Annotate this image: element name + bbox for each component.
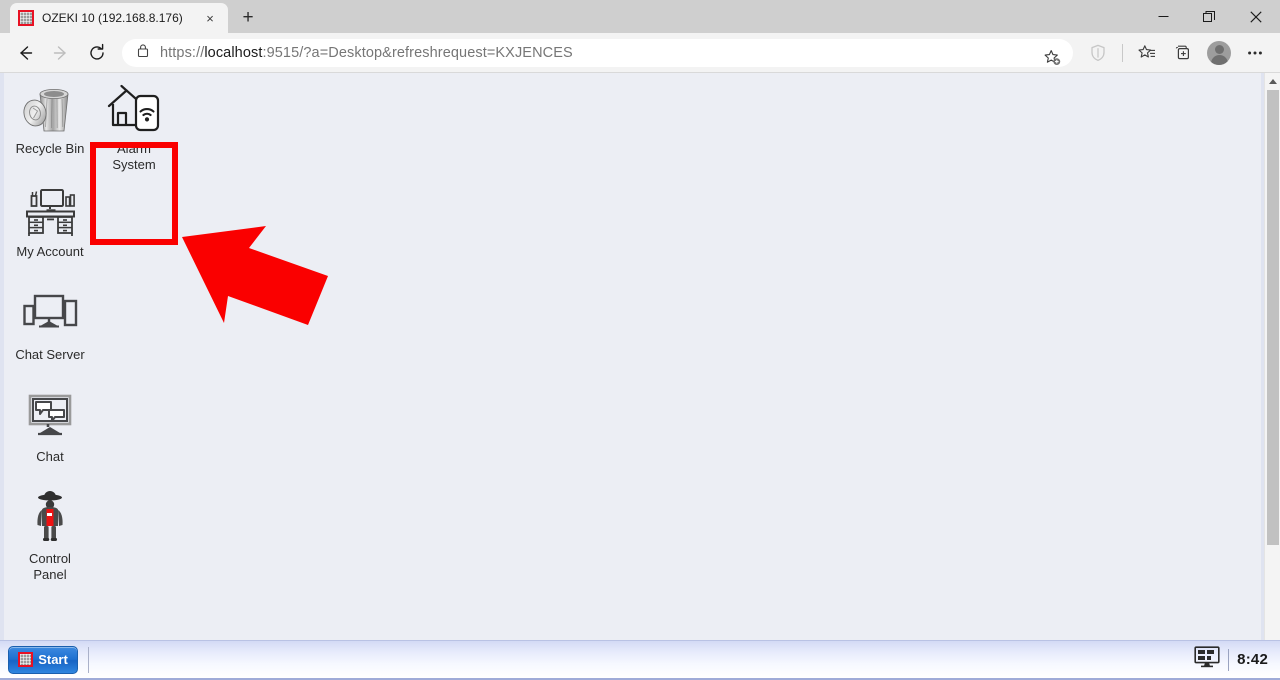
ozeki-grid-favicon-icon: [18, 10, 34, 26]
forward-button[interactable]: [44, 36, 78, 70]
display-monitor-tray-icon[interactable]: [1194, 646, 1220, 673]
minimize-button[interactable]: [1140, 0, 1186, 33]
collections-icon[interactable]: [1166, 36, 1200, 70]
favorites-star-icon[interactable]: [1130, 36, 1164, 70]
ozeki-desktop: Recycle Bin Alarm System My Account Chat…: [4, 73, 1260, 680]
desktop-icon-label: My Account: [16, 244, 84, 259]
desktop-taskbar: Start 8:42: [0, 640, 1280, 680]
alarm-system-icon: [105, 77, 163, 139]
back-button[interactable]: [8, 36, 42, 70]
add-favorite-icon[interactable]: [1035, 41, 1069, 75]
start-button-label: Start: [38, 652, 68, 667]
tray-divider: [1228, 648, 1230, 671]
desktop-icon-label: Recycle Bin: [15, 141, 85, 156]
red-pointer-arrow: [176, 221, 336, 331]
url-text: https://localhost:9515/?a=Desktop&refres…: [160, 44, 573, 61]
refresh-button[interactable]: [80, 36, 114, 70]
desktop-icon-control-panel[interactable]: Control Panel: [6, 487, 94, 583]
window-controls: [1140, 0, 1280, 33]
chat-icon: [23, 385, 77, 447]
profile-avatar-icon[interactable]: [1202, 36, 1236, 70]
my-account-icon: [21, 180, 79, 242]
desktop-icon-recycle-bin[interactable]: Recycle Bin: [6, 77, 94, 157]
start-button[interactable]: Start: [8, 645, 78, 674]
taskbar-clock[interactable]: 8:42: [1237, 651, 1268, 668]
tracking-prevention-shield-icon[interactable]: [1081, 36, 1115, 70]
desktop-icon-label: Control Panel: [29, 551, 71, 582]
avatar: [1207, 40, 1231, 65]
settings-more-icon[interactable]: [1238, 36, 1272, 70]
desktop-icon-label: Chat Server: [15, 347, 85, 362]
toolbar-icon-group: [1081, 36, 1272, 70]
desktop-icon-alarm-system[interactable]: Alarm System: [90, 77, 178, 173]
page-scrollbar[interactable]: [1264, 73, 1280, 680]
new-tab-button[interactable]: +: [234, 4, 262, 32]
tab-close-icon[interactable]: ×: [200, 8, 220, 28]
desktop-icon-label: Chat: [36, 449, 64, 464]
browser-toolbar: https://localhost:9515/?a=Desktop&refres…: [0, 33, 1280, 72]
recycle-bin-icon: [21, 77, 79, 139]
page-viewport: Recycle Bin Alarm System My Account Chat…: [0, 72, 1280, 680]
browser-window: OZEKI 10 (192.168.8.176) × + https://loc…: [0, 0, 1280, 680]
taskbar-divider: [88, 646, 89, 673]
ozeki-grid-icon: [18, 652, 34, 667]
browser-tab[interactable]: OZEKI 10 (192.168.8.176) ×: [10, 3, 228, 33]
system-tray: 8:42: [1194, 646, 1280, 673]
scrollbar-track[interactable]: [1265, 90, 1280, 663]
desktop-icon-my-account[interactable]: My Account: [6, 180, 94, 260]
scroll-up-arrow-icon[interactable]: [1265, 73, 1280, 90]
desktop-icon-label: Alarm System: [112, 141, 156, 172]
restore-button[interactable]: [1186, 0, 1232, 33]
tab-title: OZEKI 10 (192.168.8.176): [42, 11, 183, 25]
control-panel-icon: [25, 487, 75, 549]
browser-titlebar: OZEKI 10 (192.168.8.176) × +: [0, 0, 1280, 33]
desktop-icon-chat-server[interactable]: Chat Server: [6, 283, 94, 363]
lock-icon: [136, 43, 150, 63]
desktop-icon-chat[interactable]: Chat: [6, 385, 94, 465]
scrollbar-thumb[interactable]: [1266, 90, 1279, 545]
chat-server-icon: [21, 283, 79, 345]
address-bar[interactable]: https://localhost:9515/?a=Desktop&refres…: [122, 38, 1073, 67]
toolbar-divider: [1122, 43, 1123, 62]
close-button[interactable]: [1232, 0, 1280, 33]
